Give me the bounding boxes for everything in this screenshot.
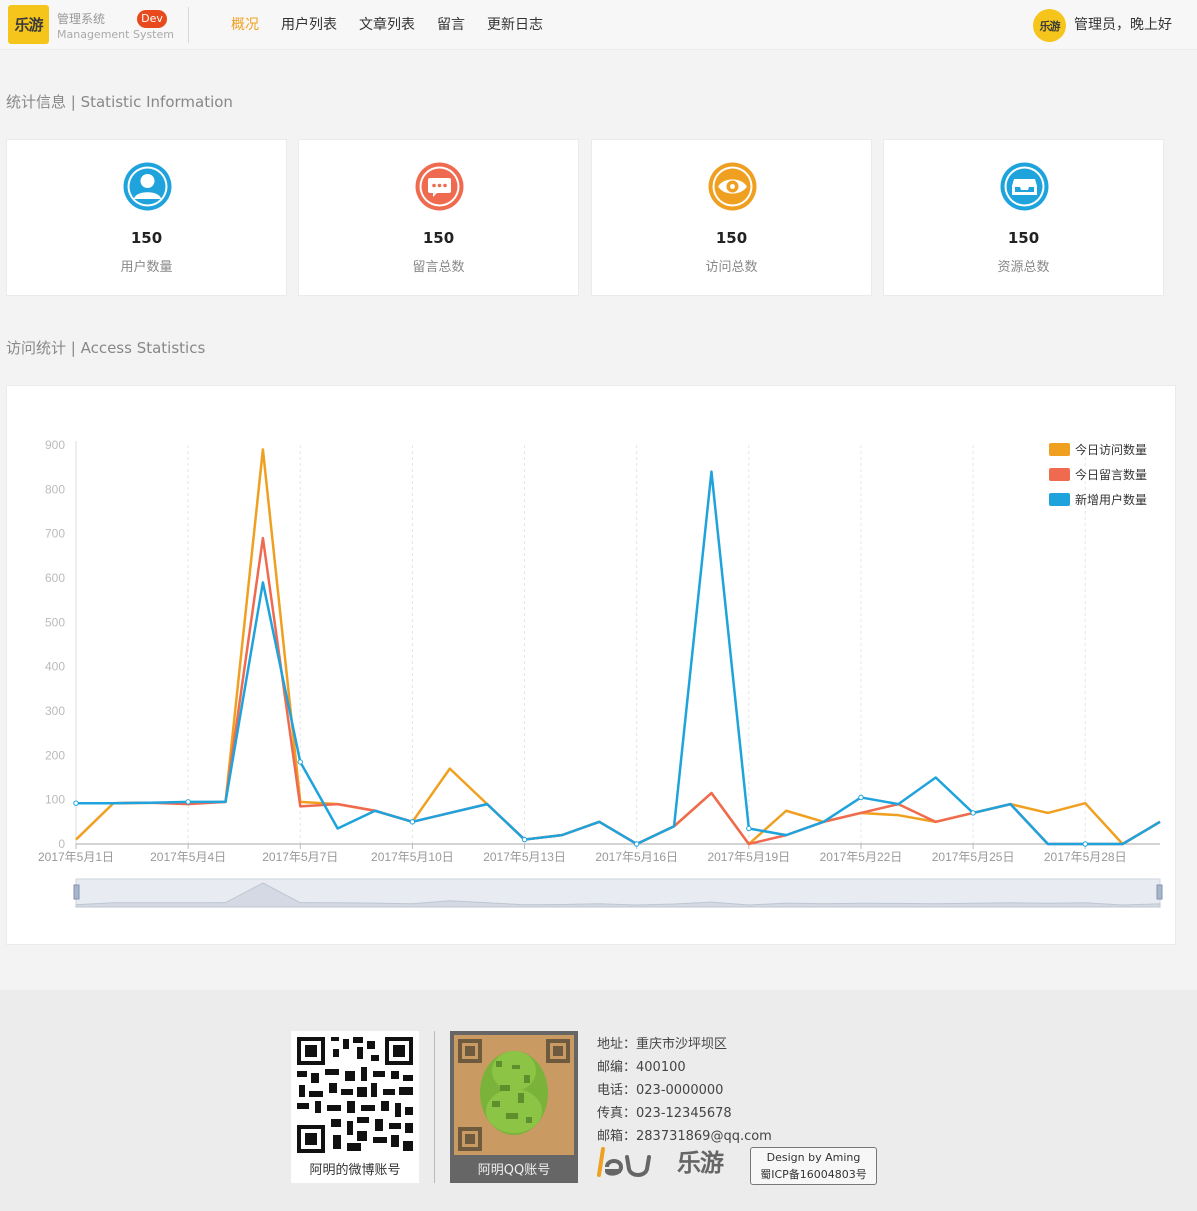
y-tick-label: 300 bbox=[45, 704, 65, 718]
top-header: 乐游 管理系统 Management System Dev 概况 用户列表 文章… bbox=[0, 0, 1197, 50]
user-greeting[interactable]: 管理员，晚上好 bbox=[1074, 16, 1172, 34]
y-tick-label: 900 bbox=[45, 438, 65, 452]
y-tick-label: 800 bbox=[45, 482, 65, 496]
y-tick-label: 600 bbox=[45, 571, 65, 585]
leu-logo-icon bbox=[597, 1147, 651, 1177]
design-credit: Design by Aming 蜀ICP备16004803号 bbox=[750, 1147, 877, 1185]
design-by: Design by Aming bbox=[766, 1151, 861, 1164]
y-tick-label: 0 bbox=[58, 837, 65, 851]
brand-text: 乐游 bbox=[677, 1149, 724, 1177]
header-divider bbox=[188, 7, 189, 43]
inbox-icon bbox=[1000, 162, 1049, 211]
y-tick-label: 100 bbox=[45, 793, 65, 807]
contact-info: 地址：重庆市沙坪坝区 邮编：400100 电话：023-0000000 传真：0… bbox=[597, 1033, 772, 1148]
x-tick-label: 2017年5月25日 bbox=[932, 850, 1015, 864]
legend-swatch bbox=[1049, 443, 1070, 456]
brand-logo: 乐游 bbox=[597, 1145, 724, 1181]
nav-user-list[interactable]: 用户列表 bbox=[281, 16, 337, 34]
legend-label: 今日访问数量 bbox=[1075, 442, 1147, 457]
x-tick-label: 2017年5月28日 bbox=[1044, 850, 1127, 864]
stat-label: 资源总数 bbox=[997, 260, 1050, 275]
info-phone: 电话：023-0000000 bbox=[597, 1083, 724, 1098]
nav-article-list[interactable]: 文章列表 bbox=[359, 16, 415, 34]
x-tick-label: 2017年5月4日 bbox=[150, 850, 226, 864]
weibo-qr-label: 阿明的微博账号 bbox=[291, 1159, 419, 1183]
eye-icon bbox=[708, 162, 757, 211]
series-line bbox=[76, 536, 1161, 846]
access-line-chart: 2017年5月1日 2017年5月4日 2017年5月7日 2017年5月10日 201… bbox=[38, 438, 1163, 908]
weibo-qr-code: 阿明的微博账号 bbox=[291, 1031, 419, 1183]
nav-changelog[interactable]: 更新日志 bbox=[487, 16, 543, 34]
x-tick-label: 2017年5月22日 bbox=[820, 850, 903, 864]
series-marker bbox=[970, 810, 976, 816]
avatar[interactable]: 乐游 bbox=[1033, 9, 1066, 42]
app-logo[interactable]: 乐游 bbox=[8, 5, 49, 44]
nav-overview[interactable]: 概况 bbox=[231, 16, 259, 34]
page-footer: 阿明的微博账号 阿明QQ账号 地址：重庆市沙坪坝区 邮编：400100 电话：0… bbox=[0, 990, 1197, 1211]
series-marker bbox=[185, 799, 191, 805]
series-marker bbox=[746, 825, 752, 832]
stats-section-title: 统计信息 | Statistic Information bbox=[6, 93, 233, 111]
x-tick-label: 2017年5月13日 bbox=[483, 850, 566, 864]
access-chart-panel: 2017年5月1日 2017年5月4日 2017年5月7日 2017年5月10日 201… bbox=[6, 385, 1176, 945]
footer-divider bbox=[434, 1031, 435, 1183]
system-subtitle: Management System bbox=[57, 28, 174, 41]
qq-qr-label: 阿明QQ账号 bbox=[450, 1159, 578, 1183]
message-icon bbox=[415, 162, 464, 211]
stat-card-users[interactable]: 150 用户数量 bbox=[6, 139, 287, 296]
series-line bbox=[76, 470, 1161, 846]
qq-qr-code: 阿明QQ账号 bbox=[450, 1031, 578, 1183]
series-line bbox=[75, 448, 1161, 846]
x-tick-label: 2017年5月16日 bbox=[595, 850, 678, 864]
icp-number[interactable]: 蜀ICP备16004803号 bbox=[751, 1166, 876, 1183]
info-address: 地址：重庆市沙坪坝区 bbox=[597, 1037, 728, 1052]
datazoom-handle-right[interactable] bbox=[1156, 884, 1163, 900]
stat-card-visits[interactable]: 150 访问总数 bbox=[591, 139, 872, 296]
series-marker bbox=[633, 841, 640, 847]
info-fax: 传真：023-12345678 bbox=[597, 1106, 732, 1121]
weibo-qr-image bbox=[291, 1031, 419, 1159]
series-marker bbox=[858, 794, 864, 801]
series-marker bbox=[297, 759, 303, 765]
series-marker bbox=[73, 800, 79, 806]
stat-label: 访问总数 bbox=[705, 260, 758, 275]
stat-label: 留言总数 bbox=[412, 260, 465, 275]
info-postcode: 邮编：400100 bbox=[597, 1060, 686, 1075]
y-tick-label: 200 bbox=[45, 748, 65, 762]
stat-value: 150 bbox=[130, 229, 163, 247]
stat-value: 150 bbox=[1007, 229, 1040, 247]
legend-swatch bbox=[1049, 493, 1070, 506]
stat-card-messages[interactable]: 150 留言总数 bbox=[298, 139, 579, 296]
y-tick-label: 500 bbox=[45, 615, 65, 629]
y-tick-label: 700 bbox=[45, 527, 65, 541]
stat-label: 用户数量 bbox=[120, 260, 173, 275]
env-badge: Dev bbox=[137, 10, 167, 28]
x-tick-label: 2017年5月19日 bbox=[707, 850, 790, 864]
series-marker bbox=[409, 819, 416, 825]
y-tick-label: 400 bbox=[45, 660, 65, 674]
system-name: 管理系统 bbox=[57, 12, 106, 26]
legend-label: 今日留言数量 bbox=[1075, 467, 1147, 482]
stat-card-resources[interactable]: 150 资源总数 bbox=[883, 139, 1164, 296]
x-tick-label: 2017年5月7日 bbox=[262, 850, 338, 864]
stat-value: 150 bbox=[422, 229, 455, 247]
series-marker bbox=[521, 836, 528, 843]
user-icon bbox=[123, 162, 172, 211]
access-section-title: 访问统计 | Access Statistics bbox=[6, 339, 206, 357]
datazoom-handle-left[interactable] bbox=[73, 884, 80, 900]
nav-messages[interactable]: 留言 bbox=[437, 16, 465, 34]
legend-swatch bbox=[1049, 468, 1070, 481]
series-marker bbox=[1082, 841, 1088, 847]
main-nav: 概况 用户列表 文章列表 留言 更新日志 bbox=[231, 16, 543, 34]
x-tick-label: 2017年5月10日 bbox=[371, 850, 454, 864]
x-tick-label: 2017年5月1日 bbox=[38, 850, 114, 864]
qq-qr-image bbox=[450, 1031, 578, 1159]
legend-label: 新增用户数量 bbox=[1075, 492, 1147, 507]
stat-value: 150 bbox=[715, 229, 748, 247]
